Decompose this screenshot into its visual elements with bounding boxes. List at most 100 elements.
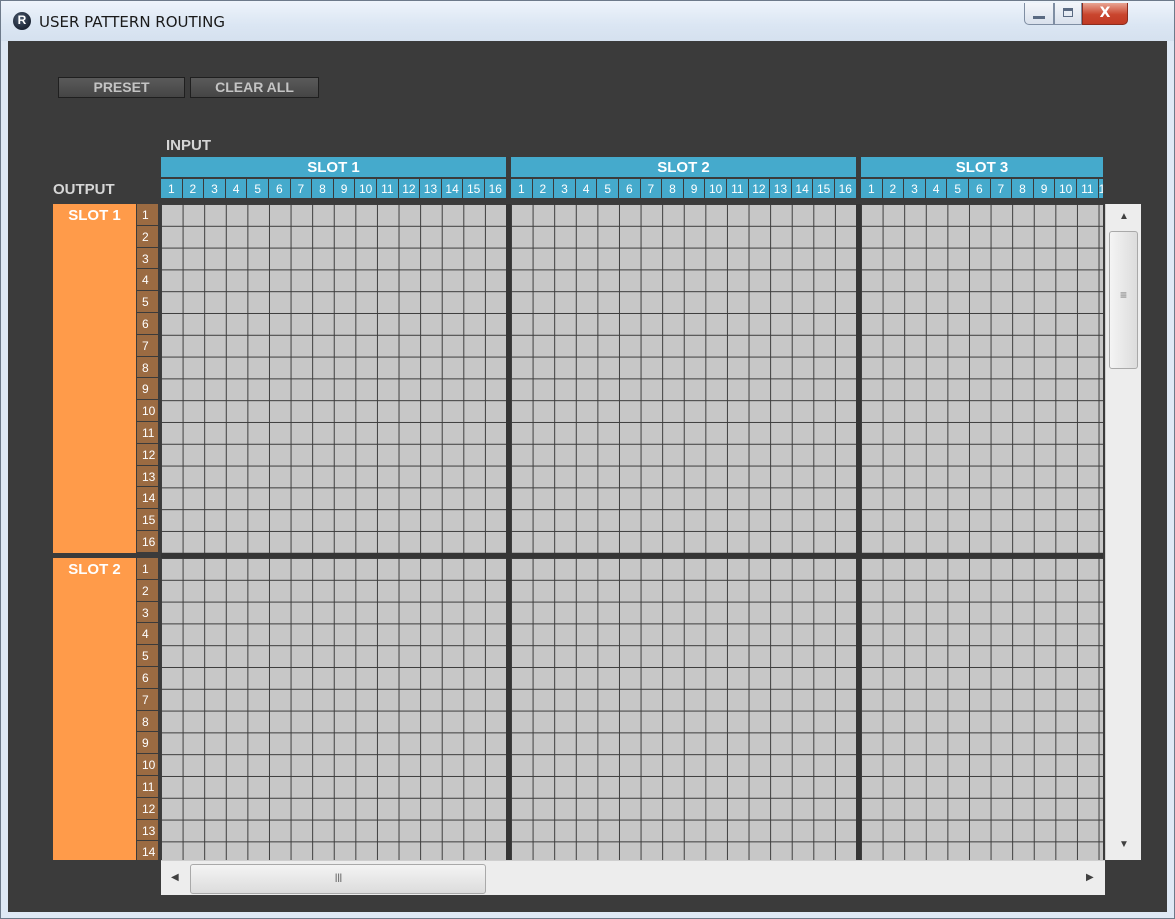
maximize-button[interactable] <box>1054 3 1082 25</box>
output-slot-header: SLOT 1 <box>53 204 136 553</box>
input-channel-number: 10 <box>355 179 376 198</box>
output-channel-number: 3 <box>137 601 158 623</box>
input-channel-number: 13 <box>770 179 791 198</box>
output-channel-number: 2 <box>137 579 158 601</box>
output-slot-header: SLOT 2 <box>53 558 136 860</box>
output-channel-number: 6 <box>137 313 158 334</box>
input-channel-number: 3 <box>204 179 225 198</box>
input-channel-number: 6 <box>969 179 990 198</box>
output-channel-number: 13 <box>137 819 158 841</box>
output-channel-number: 13 <box>137 465 158 487</box>
input-channel-number: 14 <box>441 179 463 198</box>
input-channel-number: 16 <box>485 179 506 198</box>
grip-icon: ≡ <box>1119 288 1127 302</box>
title-bar[interactable]: R USER PATTERN ROUTING X <box>1 1 1174 41</box>
output-channel-number: 7 <box>137 334 158 356</box>
input-channel-number: 14 <box>791 179 813 198</box>
input-channel-number: 3 <box>904 179 925 198</box>
input-channel-number: 12 <box>398 179 420 198</box>
input-channel-number: 8 <box>312 179 333 198</box>
input-channel-number: 8 <box>1012 179 1033 198</box>
input-channel-number: 2 <box>532 179 554 198</box>
output-channel-number: 2 <box>137 225 158 247</box>
output-channel-number: 3 <box>137 247 158 269</box>
minimize-icon <box>1033 16 1045 19</box>
routing-matrix-block[interactable] <box>511 558 856 860</box>
routing-matrix-block[interactable] <box>161 204 506 553</box>
input-channel-number: 5 <box>597 179 618 198</box>
scroll-up-icon[interactable]: ▲ <box>1119 211 1129 222</box>
input-channel-number: 3 <box>554 179 575 198</box>
output-channel-number: 6 <box>137 667 158 688</box>
output-channel-number: 1 <box>137 558 158 579</box>
window-title: USER PATTERN ROUTING <box>39 13 225 31</box>
input-channel-number: 4 <box>225 179 247 198</box>
input-channel-number: 12 <box>1098 179 1103 198</box>
grip-icon: III <box>334 871 342 885</box>
input-channel-number: 7 <box>640 179 662 198</box>
output-channel-number: 16 <box>137 531 158 552</box>
input-channel-number: 1 <box>511 179 532 198</box>
input-channel-number: 4 <box>925 179 947 198</box>
input-slot-header: SLOT 3 <box>861 157 1103 177</box>
output-channel-number: 4 <box>137 623 158 645</box>
input-channel-number: 9 <box>683 179 705 198</box>
input-channel-number: 13 <box>420 179 441 198</box>
output-channel-number: 1 <box>137 204 158 225</box>
input-channel-number: 10 <box>705 179 726 198</box>
output-channel-number: 5 <box>137 645 158 666</box>
input-channel-number: 2 <box>182 179 204 198</box>
maximize-icon <box>1063 8 1073 17</box>
routing-grid[interactable] <box>161 204 1103 860</box>
routing-matrix-block[interactable] <box>861 558 1103 860</box>
input-channel-number: 11 <box>1077 179 1098 198</box>
minimize-button[interactable] <box>1024 3 1054 25</box>
input-channel-number: 8 <box>662 179 683 198</box>
client-area: PRESET CLEAR ALL INPUT OUTPUT SLOT 11234… <box>8 41 1167 912</box>
routing-matrix-block[interactable] <box>511 204 856 553</box>
input-channel-number: 4 <box>575 179 597 198</box>
vertical-scroll-thumb[interactable]: ≡ <box>1109 231 1138 369</box>
output-channel-number: 5 <box>137 291 158 312</box>
output-channel-number: 10 <box>137 400 158 421</box>
horizontal-scroll-thumb[interactable]: III <box>190 864 486 894</box>
output-slot-label: SLOT 1 <box>68 207 121 224</box>
input-channel-number: 5 <box>247 179 268 198</box>
preset-button[interactable]: PRESET <box>58 77 185 98</box>
input-channel-number: 10 <box>1055 179 1076 198</box>
input-channel-number: 2 <box>882 179 904 198</box>
close-button[interactable]: X <box>1082 3 1128 25</box>
input-channel-number: 9 <box>1033 179 1055 198</box>
input-slot-header: SLOT 1 <box>161 157 506 177</box>
input-channel-number: 6 <box>619 179 640 198</box>
input-channel-number: 15 <box>813 179 834 198</box>
output-channel-number: 9 <box>137 378 158 400</box>
app-logo-icon: R <box>13 12 31 30</box>
input-channel-number: 5 <box>947 179 968 198</box>
output-channel-number: 7 <box>137 688 158 710</box>
output-channel-number: 11 <box>137 776 158 797</box>
output-channel-number: 8 <box>137 710 158 732</box>
output-channel-number: 8 <box>137 356 158 378</box>
input-channel-number: 11 <box>377 179 398 198</box>
routing-window: R USER PATTERN ROUTING X PRESET CLEAR AL… <box>0 0 1175 919</box>
scroll-right-icon[interactable]: ▶ <box>1086 872 1094 883</box>
input-label: INPUT <box>166 137 211 154</box>
routing-matrix-block[interactable] <box>861 204 1103 553</box>
output-label: OUTPUT <box>53 181 115 198</box>
close-icon: X <box>1099 5 1111 21</box>
scroll-left-icon[interactable]: ◀ <box>171 872 179 883</box>
input-channel-number: 12 <box>748 179 770 198</box>
input-channel-number: 1 <box>861 179 882 198</box>
input-channel-number: 7 <box>990 179 1012 198</box>
routing-matrix-block[interactable] <box>161 558 506 860</box>
input-channel-number: 11 <box>727 179 748 198</box>
output-channel-number: 14 <box>137 841 158 860</box>
output-channel-number: 9 <box>137 732 158 754</box>
clear-all-button[interactable]: CLEAR ALL <box>190 77 319 98</box>
output-channel-number: 15 <box>137 509 158 530</box>
output-channel-number: 11 <box>137 422 158 443</box>
input-channel-number: 7 <box>290 179 312 198</box>
scroll-down-icon[interactable]: ▼ <box>1119 839 1129 850</box>
output-channel-number: 10 <box>137 754 158 775</box>
